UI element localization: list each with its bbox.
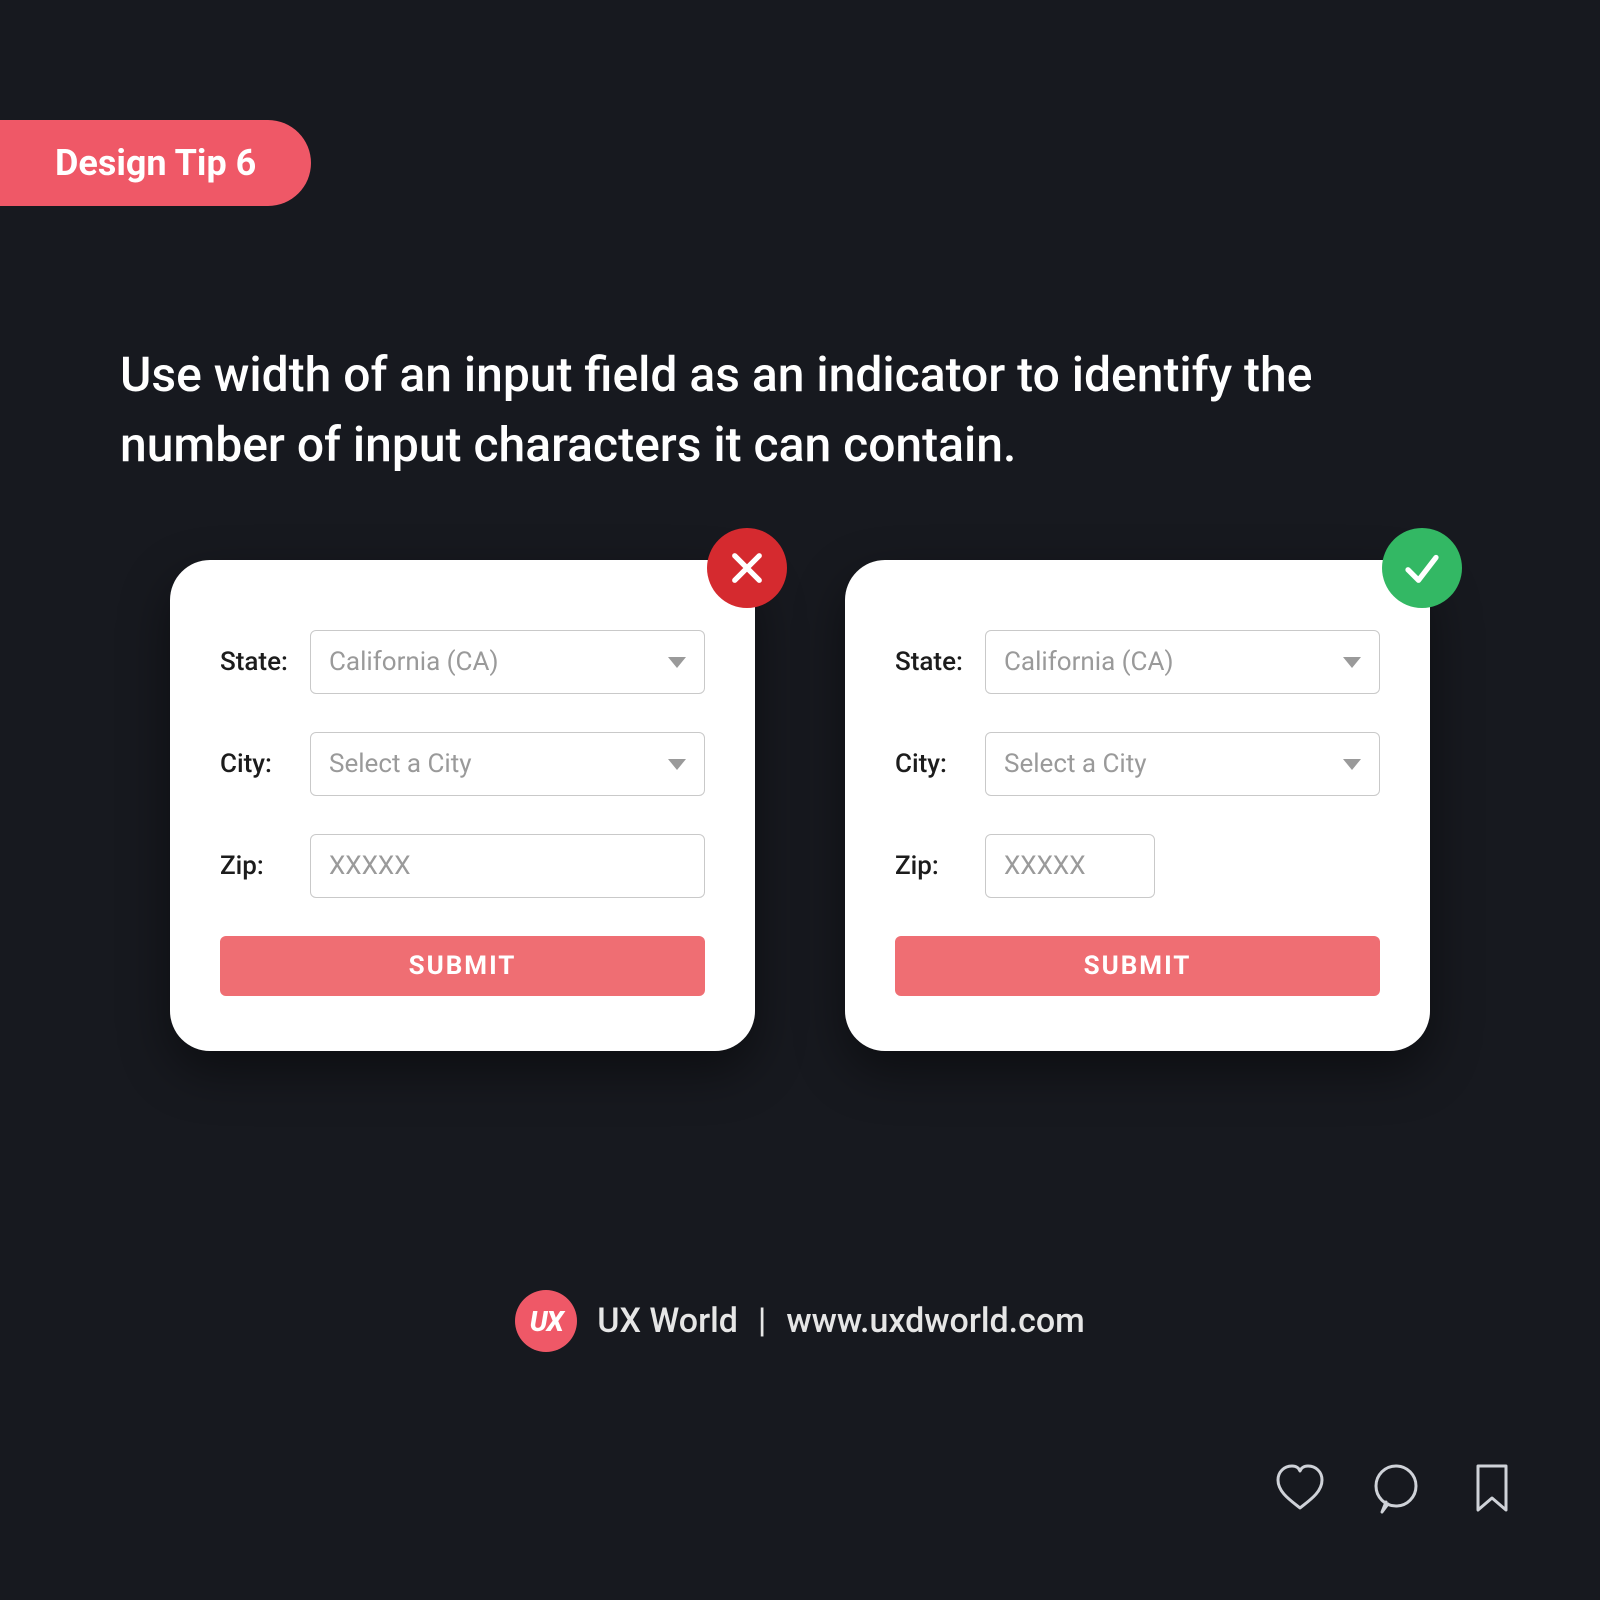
state-row: State: California (CA) [220,630,705,694]
zip-label: Zip: [895,851,985,881]
city-label: City: [895,749,985,779]
zip-input[interactable]: XXXXX [985,834,1155,898]
good-example-card: State: California (CA) City: Select a Ci… [845,560,1430,1051]
footer-credit: UX UX World | www.uxdworld.com [0,1290,1600,1352]
chevron-down-icon [1343,759,1361,770]
state-select[interactable]: California (CA) [985,630,1380,694]
state-select-value: California (CA) [1004,647,1174,677]
state-label: State: [220,647,310,677]
design-tip-tag: Design Tip 6 [0,120,311,206]
submit-button[interactable]: SUBMIT [895,936,1380,996]
comment-icon[interactable] [1368,1460,1424,1520]
city-row: City: Select a City [895,732,1380,796]
city-label: City: [220,749,310,779]
comparison-row: State: California (CA) City: Select a Ci… [170,560,1430,1051]
brand-name: UX World [597,1301,738,1341]
social-actions [1272,1460,1520,1520]
state-label: State: [895,647,985,677]
zip-input[interactable]: XXXXX [310,834,705,898]
state-row: State: California (CA) [895,630,1380,694]
bad-example-card: State: California (CA) City: Select a Ci… [170,560,755,1051]
separator: | [758,1301,766,1341]
submit-button[interactable]: SUBMIT [220,936,705,996]
cross-icon [707,528,787,608]
zip-label: Zip: [220,851,310,881]
city-select-value: Select a City [329,749,472,779]
chevron-down-icon [668,657,686,668]
state-select-value: California (CA) [329,647,499,677]
city-select[interactable]: Select a City [985,732,1380,796]
chevron-down-icon [668,759,686,770]
ux-logo-badge: UX [515,1290,577,1352]
city-select-value: Select a City [1004,749,1147,779]
brand-url: www.uxdworld.com [786,1301,1084,1341]
chevron-down-icon [1343,657,1361,668]
city-row: City: Select a City [220,732,705,796]
zip-placeholder: XXXXX [1004,851,1086,881]
tip-headline: Use width of an input field as an indica… [120,340,1480,479]
city-select[interactable]: Select a City [310,732,705,796]
bookmark-icon[interactable] [1464,1460,1520,1520]
check-icon [1382,528,1462,608]
zip-placeholder: XXXXX [329,851,411,881]
state-select[interactable]: California (CA) [310,630,705,694]
zip-row: Zip: XXXXX [220,834,705,898]
zip-row: Zip: XXXXX [895,834,1380,898]
heart-icon[interactable] [1272,1460,1328,1520]
